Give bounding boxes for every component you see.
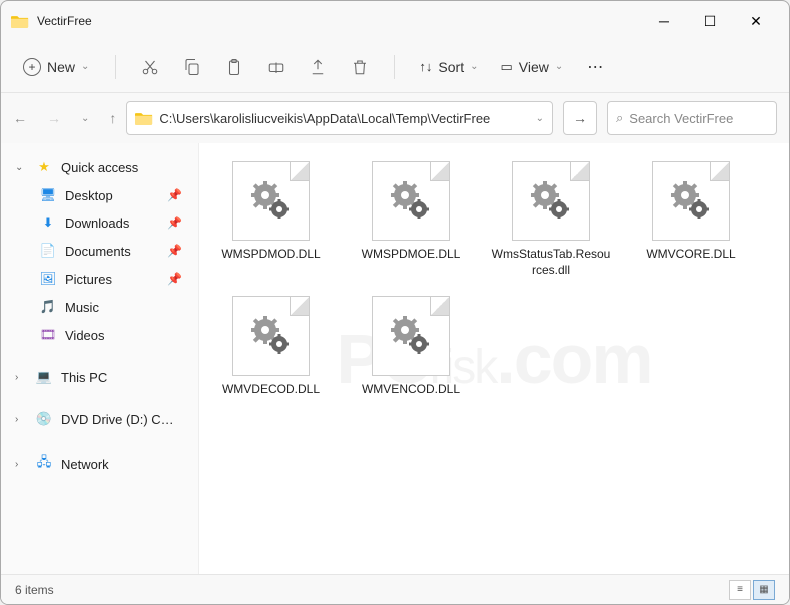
file-pane[interactable]: PCrisk.com WMSPDMOD.DLL	[199, 143, 789, 574]
explorer-window: VectirFree ─ ☐ ✕ + New ⌄ ↑↓ Sort ⌄ ▭ Vie…	[0, 0, 790, 605]
chevron-right-icon: ›	[15, 372, 27, 383]
dll-file-icon	[232, 161, 310, 241]
gears-icon	[529, 179, 573, 223]
file-item[interactable]: WMVCORE.DLL	[631, 161, 751, 278]
details-view-toggle[interactable]: ≡	[729, 580, 751, 600]
chevron-right-icon: ›	[15, 414, 27, 425]
more-button[interactable]: ⋯	[577, 49, 613, 85]
sort-button[interactable]: ↑↓ Sort ⌄	[411, 59, 486, 75]
dll-file-icon	[372, 161, 450, 241]
maximize-button[interactable]: ☐	[687, 5, 733, 37]
search-input[interactable]: ⌕ Search VectirFree	[607, 101, 777, 135]
statusbar: 6 items ≡ ▦	[1, 574, 789, 604]
chevron-right-icon: ›	[15, 459, 27, 470]
sidebar-item-dvd[interactable]: › 💿 DVD Drive (D:) CCCC	[1, 405, 198, 433]
view-icon: ▭	[500, 59, 512, 75]
sort-icon: ↑↓	[419, 59, 432, 74]
sidebar-item-network[interactable]: › 🖧 Network	[1, 447, 198, 481]
dll-file-icon	[372, 296, 450, 376]
file-name: WMVDECOD.DLL	[222, 382, 320, 398]
search-icon: ⌕	[616, 110, 623, 126]
paste-button[interactable]	[216, 49, 252, 85]
sidebar-item-documents[interactable]: 📄Documents 📌	[1, 237, 198, 265]
file-item[interactable]: WMSPDMOE.DLL	[351, 161, 471, 278]
file-item[interactable]: WMSPDMOD.DLL	[211, 161, 331, 278]
toolbar: + New ⌄ ↑↓ Sort ⌄ ▭ View ⌄ ⋯	[1, 41, 789, 93]
item-count: 6 items	[15, 583, 54, 597]
pin-icon: 📌	[167, 244, 182, 258]
cut-button[interactable]	[132, 49, 168, 85]
disc-icon: 💿	[35, 411, 53, 427]
window-title: VectirFree	[37, 14, 92, 28]
dll-file-icon	[232, 296, 310, 376]
pin-icon: 📌	[167, 216, 182, 230]
back-button[interactable]: ←	[13, 110, 27, 126]
pictures-icon: 🖼	[39, 271, 57, 287]
navbar: ← → ⌄ ↑ C:\Users\karolisliucveikis\AppDa…	[1, 93, 789, 143]
sidebar-item-desktop[interactable]: 🖥Desktop 📌	[1, 181, 198, 209]
delete-button[interactable]	[342, 49, 378, 85]
sidebar: ⌄ ★ Quick access 🖥Desktop 📌 ⬇Downloads 📌…	[1, 143, 199, 574]
close-button[interactable]: ✕	[733, 5, 779, 37]
sidebar-item-music[interactable]: 🎵Music	[1, 293, 198, 321]
address-bar[interactable]: C:\Users\karolisliucveikis\AppData\Local…	[126, 101, 553, 135]
file-name: WMSPDMOD.DLL	[221, 247, 320, 263]
pin-icon: 📌	[167, 272, 182, 286]
gears-icon	[389, 179, 433, 223]
refresh-button[interactable]: →	[563, 101, 597, 135]
view-button[interactable]: ▭ View ⌄	[492, 59, 571, 75]
chevron-down-icon: ⌄	[15, 162, 27, 173]
videos-icon: 🎞	[39, 327, 57, 343]
documents-icon: 📄	[39, 243, 57, 259]
file-name: WMSPDMOE.DLL	[362, 247, 461, 263]
chevron-down-icon: ⌄	[470, 61, 478, 72]
icons-view-toggle[interactable]: ▦	[753, 580, 775, 600]
copy-button[interactable]	[174, 49, 210, 85]
recent-button[interactable]: ⌄	[81, 113, 89, 124]
gears-icon	[249, 179, 293, 223]
folder-icon	[135, 111, 153, 126]
sidebar-item-pictures[interactable]: 🖼Pictures 📌	[1, 265, 198, 293]
file-name: WMVCORE.DLL	[646, 247, 735, 263]
gears-icon	[249, 314, 293, 358]
folder-icon	[11, 14, 29, 29]
file-name: WMVENCOD.DLL	[362, 382, 460, 398]
titlebar: VectirFree ─ ☐ ✕	[1, 1, 789, 41]
path-text: C:\Users\karolisliucveikis\AppData\Local…	[159, 111, 529, 126]
pin-icon: 📌	[167, 188, 182, 202]
dll-file-icon	[512, 161, 590, 241]
sidebar-item-videos[interactable]: 🎞Videos	[1, 321, 198, 349]
downloads-icon: ⬇	[39, 215, 57, 231]
plus-icon: +	[23, 58, 41, 76]
new-button[interactable]: + New ⌄	[13, 52, 99, 82]
forward-button[interactable]: →	[47, 110, 61, 126]
up-button[interactable]: ↑	[109, 110, 116, 126]
chevron-down-icon: ⌄	[555, 61, 563, 72]
file-name: WmsStatusTab.Resources.dll	[491, 247, 611, 278]
desktop-icon: 🖥	[39, 187, 57, 203]
sidebar-item-quick-access[interactable]: ⌄ ★ Quick access	[1, 153, 198, 181]
pc-icon: 💻	[35, 369, 53, 385]
minimize-button[interactable]: ─	[641, 5, 687, 37]
file-item[interactable]: WMVDECOD.DLL	[211, 296, 331, 398]
music-icon: 🎵	[39, 299, 57, 315]
file-item[interactable]: WMVENCOD.DLL	[351, 296, 471, 398]
gears-icon	[669, 179, 713, 223]
gears-icon	[389, 314, 433, 358]
network-icon: 🖧	[35, 453, 53, 475]
sidebar-item-downloads[interactable]: ⬇Downloads 📌	[1, 209, 198, 237]
dll-file-icon	[652, 161, 730, 241]
chevron-down-icon: ⌄	[81, 61, 89, 72]
rename-button[interactable]	[258, 49, 294, 85]
share-button[interactable]	[300, 49, 336, 85]
chevron-down-icon: ⌄	[536, 113, 544, 124]
star-icon: ★	[35, 159, 53, 175]
file-item[interactable]: WmsStatusTab.Resources.dll	[491, 161, 611, 278]
sidebar-item-this-pc[interactable]: › 💻 This PC	[1, 363, 198, 391]
